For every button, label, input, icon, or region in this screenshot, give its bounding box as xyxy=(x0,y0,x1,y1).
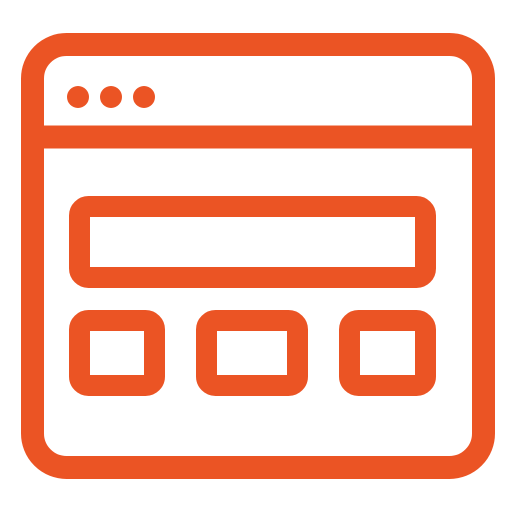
small-block-right xyxy=(339,310,436,396)
small-block-center xyxy=(196,310,308,396)
window-dot-1 xyxy=(67,86,89,108)
window-dot-3 xyxy=(133,86,155,108)
browser-window-layout-icon xyxy=(21,33,495,479)
small-block-left xyxy=(69,310,165,396)
icon-canvas xyxy=(0,0,512,512)
banner-block xyxy=(69,196,436,288)
window-dot-2 xyxy=(100,86,122,108)
